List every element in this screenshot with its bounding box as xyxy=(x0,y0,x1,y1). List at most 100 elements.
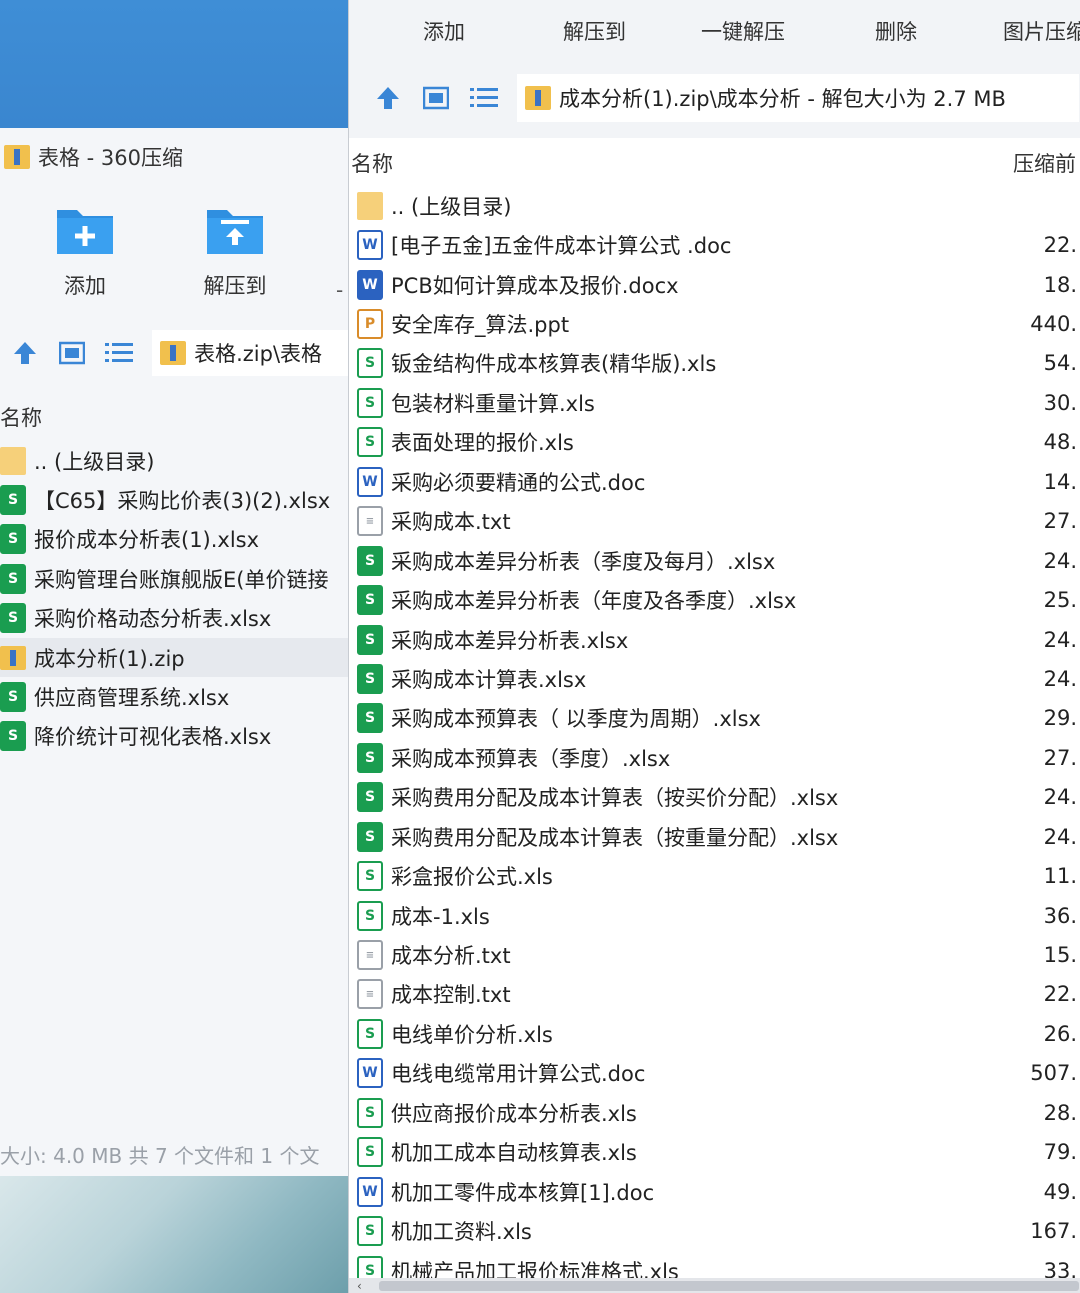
file-row[interactable]: ≡ 成本控制.txt 22. xyxy=(357,975,1080,1014)
file-row[interactable]: S 采购成本预算表（ 以季度为周期）.xlsx 29. xyxy=(357,699,1080,738)
thumbnail-view-icon[interactable] xyxy=(421,83,451,113)
file-row[interactable]: ≡ 采购成本.txt 27. xyxy=(357,502,1080,541)
file-row[interactable]: S 采购成本差异分析表（年度及各季度）.xlsx 25. xyxy=(357,580,1080,619)
horizontal-scrollbar-thumb[interactable] xyxy=(379,1281,1079,1291)
scroll-left-arrow-icon[interactable]: ‹ xyxy=(357,1279,362,1293)
file-name: 报价成本分析表(1).xlsx xyxy=(34,528,260,553)
file-size: 14. xyxy=(1043,469,1077,494)
file-name: 采购成本预算表（ 以季度为周期）.xlsx xyxy=(391,707,761,732)
doc-file-icon: W xyxy=(357,1176,383,1207)
file-row[interactable]: S 彩盒报价公式.xls 11. xyxy=(357,856,1080,895)
file-name: 机加工成本自动核算表.xls xyxy=(391,1141,637,1166)
horizontal-scrollbar[interactable] xyxy=(349,1278,1080,1293)
right-column-header-name[interactable]: 名称 xyxy=(351,148,393,178)
toolbar-image-compress-button[interactable]: 图片压缩 xyxy=(1003,16,1080,46)
file-size: 24. xyxy=(1043,666,1077,691)
file-row[interactable]: W PCB如何计算成本及报价.docx 18. xyxy=(357,265,1080,304)
file-row[interactable]: W [电子五金]五金件成本计算公式 .doc 22. xyxy=(357,225,1080,264)
file-size: 25. xyxy=(1043,588,1077,613)
file-row[interactable]: S 报价成本分析表(1).xlsx xyxy=(0,520,348,559)
file-size: 26. xyxy=(1043,1021,1077,1046)
xls-file-icon: S xyxy=(357,1018,383,1049)
file-name: 【C65】采购比价表(3)(2).xlsx xyxy=(34,489,331,514)
file-name: .. (上级目录) xyxy=(391,194,512,219)
toolbar-add-button[interactable]: 添加 xyxy=(423,16,465,46)
xlsx-file-icon: S xyxy=(357,821,383,852)
file-row[interactable]: S 采购管理台账旗舰版E(单价链接 xyxy=(0,559,348,598)
left-path-text: 表格.zip\表格 xyxy=(194,342,323,366)
toolbar-extract-to-button[interactable]: 解压到 xyxy=(563,16,626,46)
left-navigation-bar: 表格.zip\表格 xyxy=(10,330,348,376)
file-name: 采购成本计算表.xlsx xyxy=(391,667,587,692)
extract-to-button[interactable]: 解压到 xyxy=(180,204,290,300)
file-name: 采购成本差异分析表（季度及每月）.xlsx xyxy=(391,549,776,574)
file-name: 钣金结构件成本核算表(精华版).xls xyxy=(391,352,717,377)
xlsx-file-icon: S xyxy=(357,585,383,616)
file-row[interactable]: P 安全库存_算法.ppt 440. xyxy=(357,304,1080,343)
up-arrow-icon[interactable] xyxy=(10,338,39,368)
right-column-header-size[interactable]: 压缩前 xyxy=(1013,148,1076,178)
file-size: 79. xyxy=(1043,1140,1077,1165)
file-size: 27. xyxy=(1043,745,1077,770)
file-row[interactable]: W 采购必须要精通的公式.doc 14. xyxy=(357,462,1080,501)
file-row[interactable]: S 采购费用分配及成本计算表（按重量分配）.xlsx 24. xyxy=(357,817,1080,856)
toolbar-one-click-extract-button[interactable]: 一键解压 xyxy=(701,16,785,46)
thumbnail-view-icon[interactable] xyxy=(57,338,86,368)
file-size: 24. xyxy=(1043,548,1077,573)
file-row[interactable]: S 表面处理的报价.xls 48. xyxy=(357,423,1080,462)
list-view-icon[interactable] xyxy=(105,338,134,368)
file-size: 48. xyxy=(1043,430,1077,455)
file-row[interactable]: S 成本-1.xls 36. xyxy=(357,896,1080,935)
file-name: 电线单价分析.xls xyxy=(391,1022,553,1047)
file-size: 11. xyxy=(1043,864,1077,889)
xls-file-icon: S xyxy=(357,900,383,931)
file-row[interactable]: S 采购成本差异分析表（季度及每月）.xlsx 24. xyxy=(357,541,1080,580)
file-row[interactable]: S 包装材料重量计算.xls 30. xyxy=(357,383,1080,422)
file-size: 28. xyxy=(1043,1100,1077,1125)
file-name: 机加工零件成本核算[1].doc xyxy=(391,1180,655,1205)
xlsx-file-icon: S xyxy=(0,682,26,713)
file-size: 27. xyxy=(1043,509,1077,534)
xlsx-file-icon: S xyxy=(0,563,26,594)
file-row[interactable]: S 电线单价分析.xls 26. xyxy=(357,1014,1080,1053)
file-row[interactable]: S 采购价格动态分析表.xlsx xyxy=(0,599,348,638)
file-row[interactable]: S 采购成本预算表（季度）.xlsx 27. xyxy=(357,738,1080,777)
file-row[interactable]: S 采购成本差异分析表.xlsx 24. xyxy=(357,620,1080,659)
file-size: 30. xyxy=(1043,390,1077,415)
doc-file-icon: W xyxy=(357,230,383,261)
file-row[interactable]: .. (上级目录) xyxy=(0,441,348,480)
file-row[interactable]: S 采购费用分配及成本计算表（按买价分配）.xlsx 24. xyxy=(357,778,1080,817)
add-button[interactable]: 添加 xyxy=(30,204,140,300)
file-row[interactable]: S 降价统计可视化表格.xlsx xyxy=(0,717,348,756)
file-row[interactable]: S 供应商管理系统.xlsx xyxy=(0,677,348,716)
up-arrow-icon[interactable] xyxy=(373,83,403,113)
file-name: .. (上级目录) xyxy=(34,449,155,474)
file-row[interactable]: S 供应商报价成本分析表.xls 28. xyxy=(357,1093,1080,1132)
file-name: PCB如何计算成本及报价.docx xyxy=(391,273,679,298)
file-row[interactable]: ≡ 成本分析.txt 15. xyxy=(357,935,1080,974)
xls-file-icon: S xyxy=(357,1097,383,1128)
left-path-field[interactable]: 表格.zip\表格 xyxy=(152,330,348,376)
file-row[interactable]: S 机加工成本自动核算表.xls 79. xyxy=(357,1133,1080,1172)
toolbar-delete-button[interactable]: 删除 xyxy=(875,16,917,46)
file-row[interactable]: S 钣金结构件成本核算表(精华版).xls 54. xyxy=(357,344,1080,383)
left-column-header-name[interactable]: 名称 xyxy=(0,402,42,432)
file-row[interactable]: 成本分析(1).zip xyxy=(0,637,348,678)
file-row[interactable]: .. (上级目录) xyxy=(357,186,1080,225)
right-path-field[interactable]: 成本分析(1).zip\成本分析 - 解包大小为 2.7 MB xyxy=(517,74,1079,122)
xls-file-icon: S xyxy=(357,1216,383,1247)
file-name: 成本分析.txt xyxy=(391,944,511,969)
file-name: 供应商报价成本分析表.xls xyxy=(391,1101,637,1126)
file-row[interactable]: S 采购成本计算表.xlsx 24. xyxy=(357,659,1080,698)
list-view-icon[interactable] xyxy=(469,83,499,113)
file-row[interactable]: S 【C65】采购比价表(3)(2).xlsx xyxy=(0,480,348,519)
xlsx-file-icon: S xyxy=(357,742,383,773)
right-window: 添加 解压到 一键解压 删除 图片压缩 成本分析(1).zip\成本分析 - 解… xyxy=(348,0,1080,1293)
xlsx-file-icon: S xyxy=(357,545,383,576)
folder-file-icon xyxy=(357,191,383,220)
xls-file-icon: S xyxy=(357,427,383,458)
file-row[interactable]: S 机加工资料.xls 167. xyxy=(357,1211,1080,1250)
file-size: 24. xyxy=(1043,785,1077,810)
file-row[interactable]: W 机加工零件成本核算[1].doc 49. xyxy=(357,1172,1080,1211)
file-row[interactable]: W 电线电缆常用计算公式.doc 507. xyxy=(357,1054,1080,1093)
